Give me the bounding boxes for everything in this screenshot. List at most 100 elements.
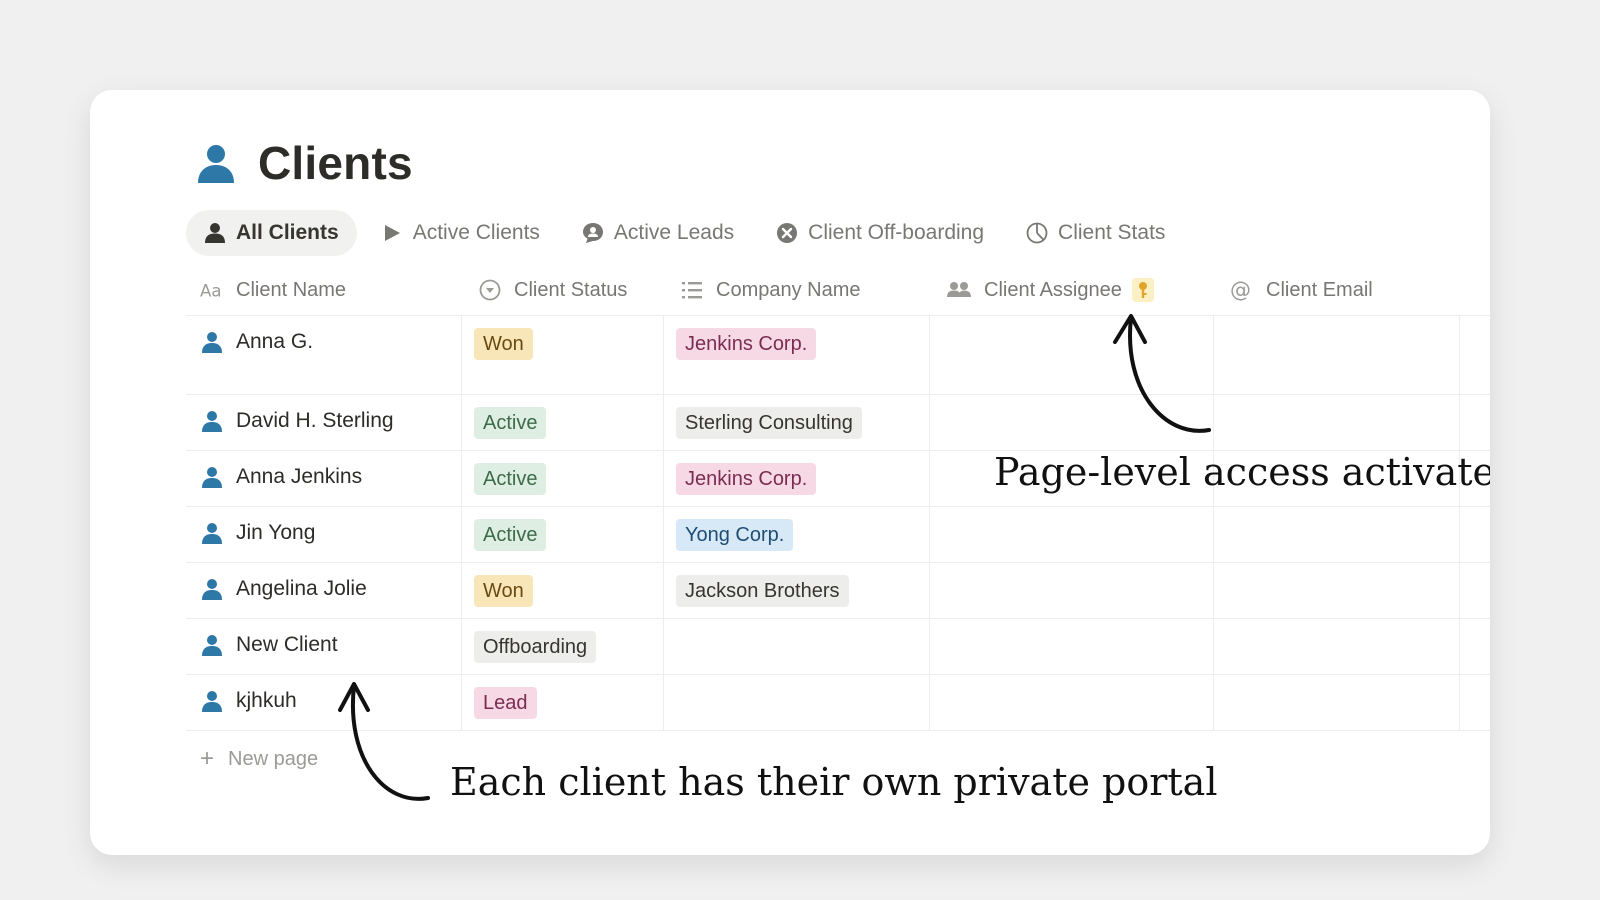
at-icon: @ [1230, 278, 1254, 302]
cell-company-name[interactable] [664, 619, 930, 674]
client-name-text: David H. Sterling [236, 409, 394, 432]
cell-client-assignee[interactable] [930, 507, 1214, 562]
tab-label: Active Clients [412, 221, 540, 244]
person-icon [200, 465, 224, 489]
plus-icon: + [200, 745, 215, 772]
cell-client-assignee[interactable] [930, 675, 1214, 730]
tab-client-off-boarding[interactable]: Client Off-boarding [758, 210, 1002, 256]
cell-client-name[interactable]: Anna Jenkins [186, 451, 462, 506]
company-tag[interactable]: Yong Corp. [676, 519, 794, 551]
cell-client-name[interactable]: Jin Yong [186, 507, 462, 562]
cell-client-email[interactable] [1214, 507, 1460, 562]
person-icon [200, 409, 224, 433]
client-name[interactable]: kjhkuh [200, 689, 297, 713]
column-label: Company Name [716, 278, 861, 301]
cell-client-assignee[interactable] [930, 563, 1214, 618]
cell-client-status[interactable]: Won [462, 563, 664, 618]
cell-client-status[interactable]: Won [462, 316, 664, 394]
database-card: Clients All Clients Active Clients Activ… [90, 90, 1490, 855]
table-row[interactable]: Angelina Jolie Won Jackson Brothers [186, 563, 1490, 619]
company-tag[interactable]: Sterling Consulting [676, 407, 862, 439]
cell-client-email[interactable] [1214, 563, 1460, 618]
client-name-text: Anna Jenkins [236, 465, 363, 488]
cell-company-name[interactable] [664, 675, 930, 730]
cell-company-name[interactable]: Sterling Consulting [664, 395, 930, 450]
cell-client-name[interactable]: Angelina Jolie [186, 563, 462, 618]
arrow-annotation-assignee [1113, 314, 1211, 433]
tab-label: Client Stats [1058, 221, 1166, 244]
cell-client-name[interactable]: David H. Sterling [186, 395, 462, 450]
client-name[interactable]: Anna G. [200, 330, 313, 354]
view-tabs: All Clients Active Clients Active Leads … [186, 210, 1189, 256]
tab-label: Client Off-boarding [808, 221, 985, 244]
cell-company-name[interactable]: Jenkins Corp. [664, 451, 930, 506]
play-icon [381, 222, 403, 244]
cell-client-name[interactable]: Anna G. [186, 316, 462, 394]
client-name[interactable]: Angelina Jolie [200, 577, 367, 601]
cell-client-email[interactable] [1214, 619, 1460, 674]
table-row[interactable]: Jin Yong Active Yong Corp. [186, 507, 1490, 563]
table-row[interactable]: David H. Sterling Active Sterling Consulti… [186, 395, 1490, 451]
column-label: Client Email [1266, 278, 1373, 301]
cell-company-name[interactable]: Jackson Brothers [664, 563, 930, 618]
new-page-button[interactable]: + New page [200, 745, 318, 773]
status-tag[interactable]: Active [474, 519, 547, 551]
tab-client-stats[interactable]: Client Stats [1008, 210, 1183, 256]
people-icon [946, 278, 972, 302]
column-header-client-status[interactable]: Client Status [478, 265, 627, 315]
annotation-page-level-access: Page-level access activated [994, 450, 1490, 494]
tab-all-clients[interactable]: All Clients [186, 210, 357, 256]
client-name-text: New Client [236, 633, 338, 656]
cell-client-email[interactable] [1214, 316, 1460, 394]
cell-company-name[interactable]: Jenkins Corp. [664, 316, 930, 394]
table-row[interactable]: Anna G. Won Jenkins Corp. [186, 316, 1490, 395]
annotation-private-portal: Each client has their own private portal [450, 760, 1218, 804]
client-name[interactable]: Jin Yong [200, 521, 315, 545]
client-name-text: Jin Yong [236, 521, 316, 544]
cell-client-email[interactable] [1214, 395, 1460, 450]
person-icon [200, 633, 224, 657]
cell-client-name[interactable]: New Client [186, 619, 462, 674]
column-header-company-name[interactable]: Company Name [680, 265, 861, 315]
column-header-client-assignee[interactable]: Client Assignee [946, 265, 1154, 315]
client-name[interactable]: New Client [200, 633, 338, 657]
tab-label: Active Leads [613, 221, 735, 244]
person-icon [200, 577, 224, 601]
cell-client-status[interactable]: Active [462, 395, 664, 450]
tab-active-leads[interactable]: Active Leads [564, 210, 752, 256]
pie-chart-icon [1026, 222, 1048, 244]
tab-label: All Clients [236, 221, 339, 244]
column-header-client-email[interactable]: @ Client Email [1230, 265, 1373, 315]
column-header-client-name[interactable]: Aa Client Name [200, 265, 346, 315]
cell-client-status[interactable]: Active [462, 451, 664, 506]
status-tag[interactable]: Active [474, 463, 547, 495]
cell-client-status[interactable]: Lead [462, 675, 664, 730]
column-label: Client Status [514, 278, 628, 301]
status-tag[interactable]: Active [474, 407, 547, 439]
company-tag[interactable]: Jackson Brothers [676, 575, 849, 607]
cell-client-status[interactable]: Active [462, 507, 664, 562]
client-name[interactable]: David H. Sterling [200, 409, 394, 433]
svg-text:Aa: Aa [200, 281, 222, 300]
company-tag[interactable]: Jenkins Corp. [676, 463, 817, 495]
tab-active-clients[interactable]: Active Clients [363, 210, 558, 256]
cell-company-name[interactable]: Yong Corp. [664, 507, 930, 562]
client-name-text: Anna G. [236, 330, 314, 353]
column-label: Client Name [236, 278, 347, 301]
cell-client-email[interactable] [1214, 675, 1460, 730]
table-row[interactable]: New Client Offboarding [186, 619, 1490, 675]
status-tag[interactable]: Offboarding [474, 631, 597, 663]
company-tag[interactable]: Jenkins Corp. [676, 328, 817, 360]
status-tag[interactable]: Won [474, 575, 533, 607]
status-tag[interactable]: Lead [474, 687, 537, 719]
text-aa-icon: Aa [200, 278, 224, 302]
cell-client-assignee[interactable] [930, 619, 1214, 674]
list-icon [680, 278, 704, 302]
status-tag[interactable]: Won [474, 328, 533, 360]
key-icon [1131, 278, 1154, 302]
client-name[interactable]: Anna Jenkins [200, 465, 362, 489]
title-row: Clients [194, 136, 413, 190]
cell-client-status[interactable]: Offboarding [462, 619, 664, 674]
person-icon [204, 222, 226, 244]
client-name-text: kjhkuh [236, 689, 297, 712]
